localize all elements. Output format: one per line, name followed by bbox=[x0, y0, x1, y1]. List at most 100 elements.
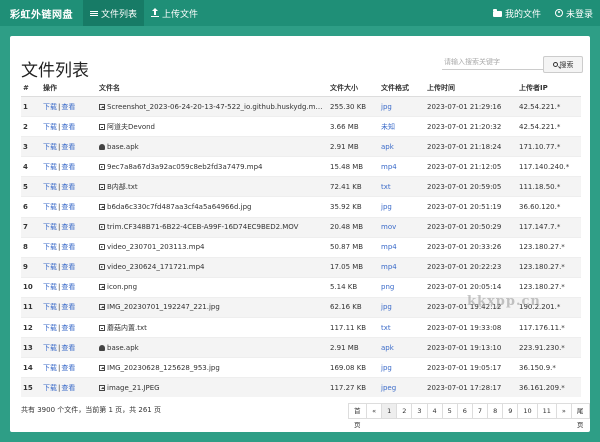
page-link[interactable]: 6 bbox=[456, 403, 473, 419]
page-link[interactable]: 10 bbox=[517, 403, 538, 419]
page-link[interactable]: 尾页 bbox=[570, 403, 590, 429]
nav-file-list-label: 文件列表 bbox=[101, 9, 138, 20]
action-separator: | bbox=[58, 243, 61, 252]
nav-my-files-label: 我的文件 bbox=[504, 9, 541, 20]
download-link[interactable]: 下载 bbox=[43, 183, 57, 191]
view-link[interactable]: 查看 bbox=[61, 203, 75, 211]
page-link[interactable]: « bbox=[366, 403, 383, 419]
view-link[interactable]: 查看 bbox=[61, 163, 75, 171]
page-link[interactable]: 1 bbox=[381, 403, 398, 419]
col-format: 文件格式 bbox=[379, 80, 425, 97]
download-link[interactable]: 下载 bbox=[43, 303, 57, 311]
view-link[interactable]: 查看 bbox=[61, 344, 75, 352]
view-link[interactable]: 查看 bbox=[61, 364, 75, 372]
download-link[interactable]: 下载 bbox=[43, 163, 57, 171]
row-upload-time: 2023-07-01 20:59:05 bbox=[425, 176, 517, 197]
doc-file-icon bbox=[99, 324, 105, 331]
row-actions: 下载|查看 bbox=[41, 377, 97, 398]
download-link[interactable]: 下载 bbox=[43, 203, 57, 211]
nav-my-files[interactable]: 我的文件 bbox=[486, 0, 548, 26]
row-uploader-ip: 36.161.209.* bbox=[517, 377, 581, 398]
table-row: 1 下载|查看 Screenshot_2023-06-24-20-13-47-522… bbox=[21, 95, 581, 117]
file-list-panel: 文件列表 搜索 # 操作 文件名 文件大小 文件格式 上传时间 上传者IP 1下… bbox=[10, 36, 590, 432]
image-file-icon bbox=[99, 204, 105, 211]
nav-login[interactable]: 未登录 bbox=[548, 0, 600, 26]
row-filename: trim.CF348B71-6B22-4CEB-A99F-16D74EC9BED… bbox=[97, 216, 328, 238]
view-link[interactable]: 查看 bbox=[61, 103, 75, 111]
filename-text: image_21.JPEG bbox=[107, 383, 160, 392]
action-separator: | bbox=[58, 363, 61, 372]
row-size: 3.66 MB bbox=[328, 116, 379, 137]
table-row: 7 下载|查看 trim.CF348B71-6B22-4CEB-A99F-16D74… bbox=[21, 216, 581, 238]
download-link[interactable]: 下载 bbox=[43, 364, 57, 372]
page-link[interactable]: » bbox=[555, 403, 572, 419]
page-link[interactable]: 首页 bbox=[348, 403, 368, 429]
view-link[interactable]: 查看 bbox=[61, 283, 75, 291]
row-upload-time: 2023-07-01 19:33:08 bbox=[425, 317, 517, 338]
download-link[interactable]: 下载 bbox=[43, 384, 57, 392]
row-size: 2.91 MB bbox=[328, 337, 379, 358]
row-uploader-ip: 117.176.11.* bbox=[517, 317, 581, 338]
row-actions: 下载|查看 bbox=[41, 296, 97, 318]
row-index: 9 bbox=[21, 256, 41, 278]
video-file-icon bbox=[99, 264, 105, 271]
folder-icon bbox=[492, 9, 502, 17]
view-link[interactable]: 查看 bbox=[61, 123, 75, 131]
filename-text: Screenshot_2023-06-24-20-13-47-522_io.gi… bbox=[107, 102, 328, 111]
page-link[interactable]: 3 bbox=[411, 403, 428, 419]
view-link[interactable]: 查看 bbox=[61, 324, 75, 332]
download-link[interactable]: 下载 bbox=[43, 123, 57, 131]
brand-title[interactable]: 彩虹外链网盘 bbox=[0, 6, 83, 21]
filename-text: icon.png bbox=[107, 283, 138, 292]
row-uploader-ip: 171.10.77.* bbox=[517, 136, 581, 157]
row-index: 1 bbox=[21, 95, 41, 117]
row-format: txt bbox=[379, 176, 425, 197]
view-link[interactable]: 查看 bbox=[61, 243, 75, 251]
download-link[interactable]: 下载 bbox=[43, 263, 57, 271]
table-header: # 操作 文件名 文件大小 文件格式 上传时间 上传者IP bbox=[21, 80, 581, 97]
col-index: # bbox=[21, 80, 41, 97]
page-link[interactable]: 5 bbox=[441, 403, 458, 419]
row-upload-time: 2023-07-01 19:13:10 bbox=[425, 337, 517, 358]
page-link[interactable]: 2 bbox=[396, 403, 413, 419]
view-link[interactable]: 查看 bbox=[61, 303, 75, 311]
page-link[interactable]: 7 bbox=[471, 403, 489, 419]
row-uploader-ip: 36.60.120.* bbox=[517, 196, 581, 218]
image-file-icon bbox=[99, 384, 105, 391]
table-row: 15 下载|查看 image_21.JPEG 117.27 KB jpeg 2023-07… bbox=[21, 377, 581, 398]
view-link[interactable]: 查看 bbox=[61, 143, 75, 151]
download-link[interactable]: 下载 bbox=[43, 223, 57, 231]
row-upload-time: 2023-07-01 21:29:16 bbox=[425, 95, 517, 117]
action-separator: | bbox=[58, 263, 61, 272]
page-link[interactable]: 8 bbox=[487, 403, 504, 419]
row-format: mp4 bbox=[379, 156, 425, 177]
video-file-icon bbox=[99, 244, 105, 251]
download-link[interactable]: 下载 bbox=[43, 344, 57, 352]
row-format: 未知 bbox=[379, 116, 425, 137]
row-format: png bbox=[379, 276, 425, 298]
view-link[interactable]: 查看 bbox=[61, 183, 75, 191]
download-link[interactable]: 下载 bbox=[43, 143, 57, 151]
download-link[interactable]: 下载 bbox=[43, 283, 57, 291]
search-button[interactable]: 搜索 bbox=[543, 56, 583, 73]
row-size: 2.91 MB bbox=[328, 136, 379, 157]
row-index: 14 bbox=[21, 357, 41, 378]
view-link[interactable]: 查看 bbox=[61, 263, 75, 271]
file-count-summary: 共有 3900 个文件，当前第 1 页，共 261 页 bbox=[21, 406, 161, 414]
nav-upload[interactable]: 上传文件 bbox=[144, 0, 205, 26]
page-link[interactable]: 11 bbox=[536, 403, 557, 419]
download-link[interactable]: 下载 bbox=[43, 243, 57, 251]
download-link[interactable]: 下载 bbox=[43, 324, 57, 332]
page-link[interactable]: 4 bbox=[426, 403, 443, 419]
doc-file-icon bbox=[99, 123, 105, 130]
row-actions: 下载|查看 bbox=[41, 337, 97, 358]
action-separator: | bbox=[58, 223, 61, 232]
view-link[interactable]: 查看 bbox=[61, 223, 75, 231]
download-link[interactable]: 下载 bbox=[43, 103, 57, 111]
nav-file-list[interactable]: 文件列表 bbox=[83, 0, 145, 26]
table-row: 2 下载|查看 阿道夫Devond 3.66 MB 未知 2023-07-01 21:20… bbox=[21, 116, 581, 137]
page-link[interactable]: 9 bbox=[502, 403, 519, 419]
row-actions: 下载|查看 bbox=[41, 95, 97, 117]
search-input[interactable] bbox=[442, 55, 548, 70]
view-link[interactable]: 查看 bbox=[61, 384, 75, 392]
